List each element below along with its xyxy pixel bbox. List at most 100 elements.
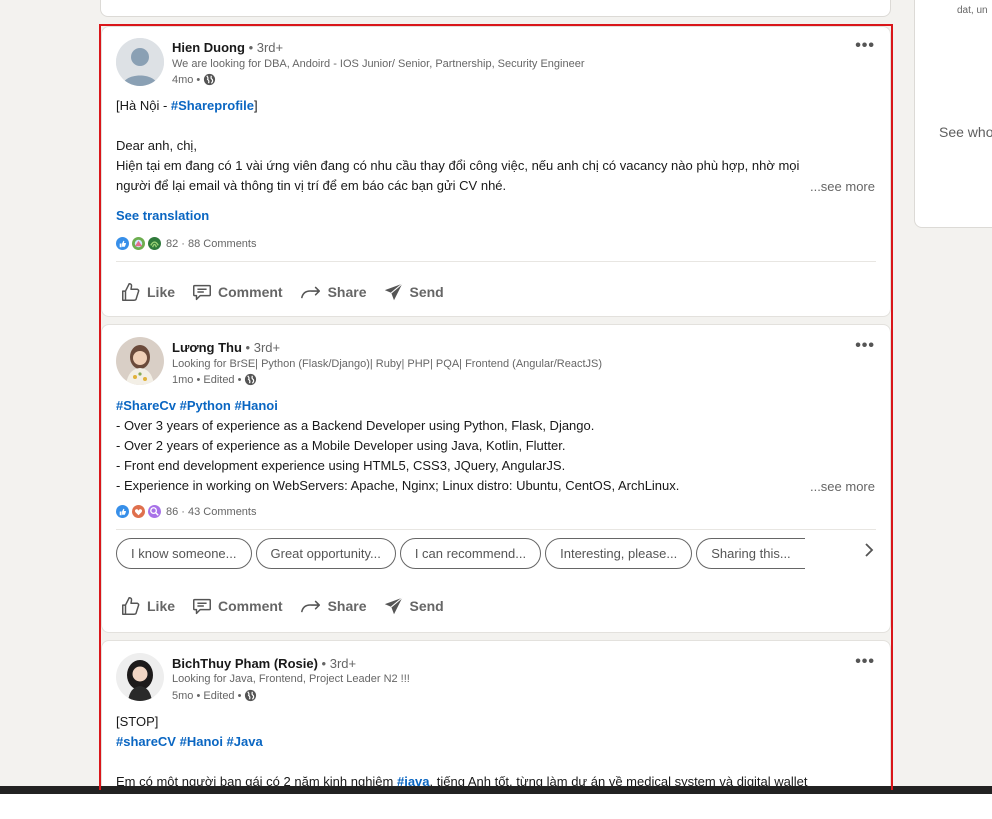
send-button[interactable]: Send xyxy=(379,589,448,623)
post-text: [Hà Nội - xyxy=(116,98,171,113)
post-body-line: - Experience in working on WebServers: A… xyxy=(116,478,680,493)
reactions-count: 86 · 43 Comments xyxy=(166,505,257,518)
see-more-link[interactable]: ...see more xyxy=(810,179,875,194)
chevron-right-icon[interactable] xyxy=(864,543,874,562)
share-label: Share xyxy=(327,284,367,300)
like-reaction-icon xyxy=(116,237,129,250)
divider xyxy=(116,261,876,262)
share-arrow-icon xyxy=(300,600,320,613)
author-line: Lương Thu • 3rd+ xyxy=(172,340,280,355)
connection-degree: 3rd+ xyxy=(253,340,281,355)
suggested-comment-pill[interactable]: I know someone... xyxy=(116,538,252,569)
comment-icon xyxy=(193,284,211,301)
post-body-line: - Over 3 years of experience as a Backen… xyxy=(116,418,595,433)
feed-background: dat, un See who Hien Duong • 3rd+ We are… xyxy=(0,0,992,790)
suggested-comment-pill[interactable]: I can recommend... xyxy=(399,538,542,569)
share-button[interactable]: Share xyxy=(295,275,371,309)
reactions-summary[interactable]: 86 · 43 Comments xyxy=(116,505,256,518)
like-label: Like xyxy=(147,284,176,300)
share-button[interactable]: Share xyxy=(295,589,371,623)
right-sidebar-small-text: dat, un xyxy=(957,5,988,16)
support-reaction-icon xyxy=(148,237,161,250)
suggested-comment-pill[interactable]: Sharing this... xyxy=(696,538,805,569)
bullet: • xyxy=(248,40,254,55)
post-body-line: Hiện tại em đang có 1 vài ứng viên đang … xyxy=(116,158,800,173)
more-options-icon[interactable]: ••• xyxy=(855,37,875,55)
post-time: 4mo xyxy=(172,73,194,86)
suggested-comments: I know someone... Great opportunity... I… xyxy=(116,538,846,569)
post-body-line: [Hà Nội - #Shareprofile] xyxy=(116,96,258,116)
bullet: • xyxy=(321,656,327,671)
bullet: • xyxy=(237,373,242,386)
connection-degree: 3rd+ xyxy=(329,656,357,671)
comment-icon xyxy=(193,598,211,615)
author-line: Hien Duong • 3rd+ xyxy=(172,40,283,55)
post-time: 1mo • Edited xyxy=(172,373,235,386)
post-meta: 1mo • Edited • xyxy=(172,373,257,386)
more-options-icon[interactable]: ••• xyxy=(855,653,875,671)
like-reaction-icon xyxy=(116,505,129,518)
post-body-line: Dear anh, chị, xyxy=(116,138,197,153)
post-time: 5mo • Edited xyxy=(172,689,235,702)
reactions-summary[interactable]: 82 · 88 Comments xyxy=(116,237,256,250)
send-button[interactable]: Send xyxy=(379,275,448,309)
reactions-count: 82 · 88 Comments xyxy=(166,237,257,250)
globe-icon xyxy=(245,689,257,702)
love-reaction-icon xyxy=(132,505,145,518)
share-label: Share xyxy=(327,598,367,614)
avatar[interactable] xyxy=(116,337,164,385)
feed-post: BichThuy Pham (Rosie) • 3rd+ Looking for… xyxy=(101,640,891,790)
author-name[interactable]: Hien Duong xyxy=(172,40,245,55)
hashtag-link[interactable]: #shareCV #Hanoi #Java xyxy=(116,732,263,752)
suggested-comment-pill[interactable]: Interesting, please... xyxy=(545,538,693,569)
like-button[interactable]: Like xyxy=(116,589,179,623)
more-options-icon[interactable]: ••• xyxy=(855,337,875,355)
send-label: Send xyxy=(409,284,444,300)
right-sidebar-card: dat, un See who xyxy=(914,0,992,228)
author-headline: Looking for Java, Frontend, Project Lead… xyxy=(172,673,410,685)
comment-button[interactable]: Comment xyxy=(187,275,287,309)
author-headline: We are looking for DBA, Andoird - IOS Ju… xyxy=(172,58,585,70)
post-body-line: - Over 2 years of experience as a Mobile… xyxy=(116,438,566,453)
comment-button[interactable]: Comment xyxy=(187,589,287,623)
author-line: BichThuy Pham (Rosie) • 3rd+ xyxy=(172,656,356,671)
globe-icon xyxy=(204,73,216,86)
feed-post: Hien Duong • 3rd+ We are looking for DBA… xyxy=(101,26,891,317)
bottom-blank-area xyxy=(0,794,992,819)
send-label: Send xyxy=(409,598,444,614)
suggested-comment-pill[interactable]: Great opportunity... xyxy=(255,538,396,569)
post-body-line: [STOP] xyxy=(116,714,159,729)
post-body-line: - Front end development experience using… xyxy=(116,458,566,473)
hashtag-link[interactable]: #Shareprofile xyxy=(171,98,254,113)
right-sidebar-see-who[interactable]: See who xyxy=(939,124,992,140)
post-meta: 4mo • xyxy=(172,73,216,86)
divider xyxy=(116,529,876,530)
globe-icon xyxy=(245,373,257,386)
bullet: • xyxy=(245,340,251,355)
post-meta: 5mo • Edited • xyxy=(172,689,257,702)
like-label: Like xyxy=(147,598,176,614)
previous-post-card xyxy=(100,0,891,17)
avatar[interactable] xyxy=(116,653,164,701)
profile-photo-icon xyxy=(116,337,164,385)
author-headline: Looking for BrSE| Python (Flask/Django)|… xyxy=(172,358,603,370)
bullet: • xyxy=(237,689,242,702)
post-text: ] xyxy=(254,98,258,113)
thumbs-up-icon xyxy=(122,283,140,301)
see-more-link[interactable]: ...see more xyxy=(810,479,875,494)
like-button[interactable]: Like xyxy=(116,275,179,309)
thumbs-up-icon xyxy=(122,597,140,615)
comment-label: Comment xyxy=(218,598,283,614)
celebrate-reaction-icon xyxy=(132,237,145,250)
send-icon xyxy=(384,597,403,615)
profile-photo-icon xyxy=(116,653,164,701)
hashtag-link[interactable]: #ShareCv #Python #Hanoi xyxy=(116,396,278,416)
author-name[interactable]: BichThuy Pham (Rosie) xyxy=(172,656,318,671)
post-body-line: người để lại email và thông tin vị trí đ… xyxy=(116,178,507,193)
see-translation-link[interactable]: See translation xyxy=(116,208,209,223)
bottom-taskbar-strip xyxy=(0,786,992,794)
curious-reaction-icon xyxy=(148,505,161,518)
post-actions: Like Comment Share Send xyxy=(116,275,456,309)
avatar[interactable] xyxy=(116,38,164,86)
author-name[interactable]: Lương Thu xyxy=(172,340,242,355)
